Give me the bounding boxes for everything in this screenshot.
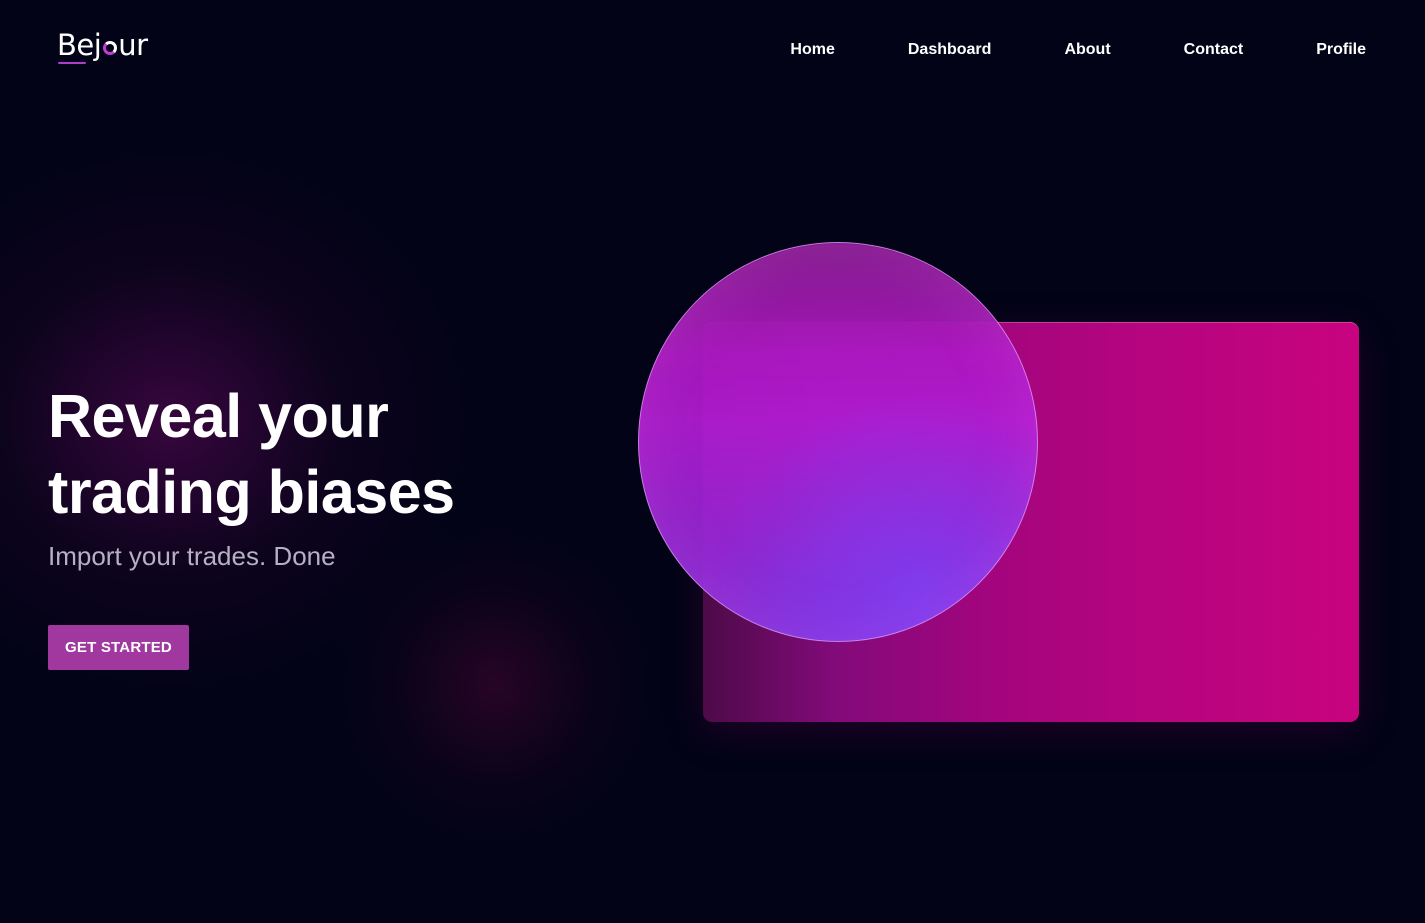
get-started-button[interactable]: GET STARTED: [48, 625, 189, 670]
logo-ring-icon: [103, 41, 118, 55]
glass-orb-illustration: [638, 242, 1038, 642]
hero-section: Reveal your trading biases Import your t…: [48, 378, 608, 572]
nav-profile[interactable]: Profile: [1316, 40, 1366, 60]
main-nav: Home Dashboard About Contact Profile: [790, 40, 1366, 60]
nav-dashboard[interactable]: Dashboard: [908, 40, 992, 60]
site-header: Bej ur Home Dashboard About Contact Prof…: [0, 0, 1425, 100]
hero-subtitle: Import your trades. Done: [48, 541, 336, 571]
nav-contact[interactable]: Contact: [1184, 40, 1244, 60]
landing-page: Bej ur Home Dashboard About Contact Prof…: [0, 0, 1425, 923]
brand-logo[interactable]: Bej ur: [57, 28, 148, 62]
hero-title-line-2: trading biases: [48, 458, 455, 526]
hero-title-line-1: Reveal your: [48, 382, 389, 450]
logo-text-right: ur: [118, 28, 148, 62]
hero-title: Reveal your trading biases: [48, 378, 608, 530]
logo-text-left: Bej: [57, 28, 102, 62]
nav-home[interactable]: Home: [790, 40, 834, 60]
nav-about[interactable]: About: [1064, 40, 1110, 60]
logo-underline: [58, 62, 86, 64]
